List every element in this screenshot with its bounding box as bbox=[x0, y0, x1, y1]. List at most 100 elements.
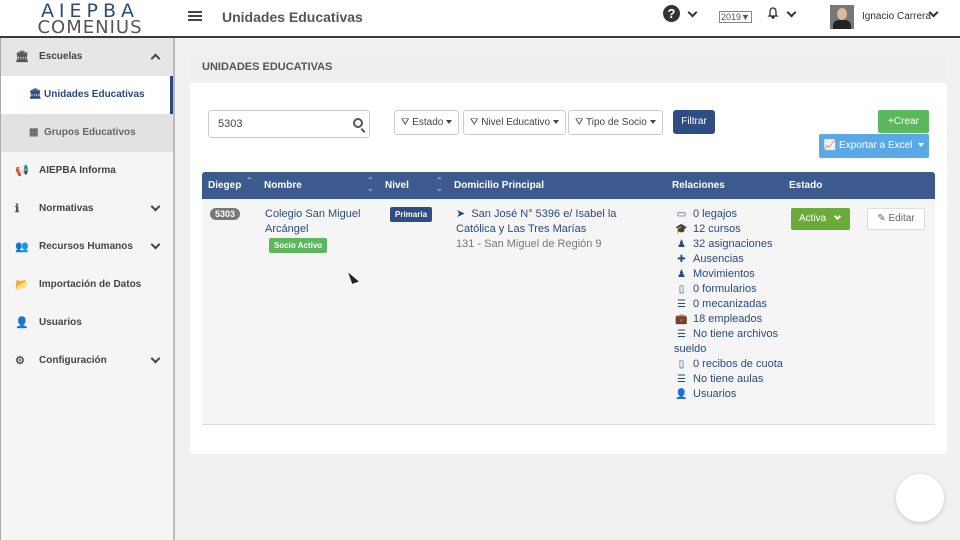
relation-link[interactable]: ☰ No tiene aulas bbox=[674, 372, 784, 387]
column-header-estado: Estado bbox=[789, 180, 823, 191]
relation-link[interactable]: ☰ No tiene archivos sueldo bbox=[674, 327, 784, 357]
pencil-icon: ✎ bbox=[877, 213, 886, 224]
sidebar-item-aiepba-informa[interactable]: 📢 AIEPBA Informa bbox=[1, 152, 173, 190]
chevron-down-icon bbox=[150, 353, 161, 364]
list-icon: ☰ bbox=[677, 329, 686, 340]
search-icon[interactable] bbox=[353, 118, 363, 128]
column-header-relaciones: Relaciones bbox=[672, 180, 725, 191]
caret-down-icon bbox=[649, 120, 656, 125]
relation-link[interactable]: 💼 18 empleados bbox=[674, 312, 784, 327]
school-name-link[interactable]: Colegio San Miguel Arcángel bbox=[265, 207, 377, 237]
caret-down-icon bbox=[918, 143, 925, 148]
cogs-icon: ⚙ bbox=[15, 355, 25, 367]
diegep-badge: 5303 bbox=[210, 208, 241, 220]
sidebar-item-grupos-educativos[interactable]: ▦ Grupos Educativos bbox=[1, 114, 173, 152]
person-icon: ♟ bbox=[677, 269, 686, 280]
sidebar-item-label: Configuración bbox=[39, 355, 107, 366]
year-value: 2019 bbox=[721, 12, 742, 22]
chevron-down-icon bbox=[833, 212, 842, 221]
nivel-badge: Primaria bbox=[390, 207, 433, 222]
relation-link[interactable]: 👤 Usuarios bbox=[674, 387, 784, 402]
relation-label: 18 empleados bbox=[693, 313, 763, 325]
list-icon: ☰ bbox=[677, 299, 686, 310]
sidebar-item-recursos-humanos[interactable]: 👥 Recursos Humanos bbox=[1, 228, 173, 266]
relation-link[interactable]: 🎓 12 cursos bbox=[674, 222, 784, 237]
caret-down-icon bbox=[553, 120, 560, 125]
relation-label: Ausencias bbox=[693, 253, 744, 265]
sidebar-item-label: Grupos Educativos bbox=[44, 127, 136, 138]
sort-icon[interactable]: ⌃ bbox=[246, 177, 253, 185]
sidebar-item-configuracion[interactable]: ⚙ Configuración bbox=[1, 342, 173, 380]
menu-toggle-icon[interactable] bbox=[188, 9, 202, 23]
year-select[interactable]: 2019▼ bbox=[719, 11, 752, 23]
user-icon: 👤 bbox=[15, 317, 29, 329]
sidebar-item-normativas[interactable]: ℹ Normativas bbox=[1, 190, 173, 228]
sidebar-item-unidades-educativas[interactable]: 🏛 Unidades Educativas bbox=[1, 76, 173, 114]
bell-icon[interactable] bbox=[767, 7, 779, 19]
sort-icon[interactable]: ⌃ ⌄ bbox=[367, 177, 374, 193]
relation-label: No tiene aulas bbox=[693, 373, 764, 385]
sidebar-item-label: Importación de Datos bbox=[39, 279, 142, 290]
schools-table: Diegep ⌃ Nombre ⌃ ⌄ Nivel ⌃ ⌄ Domicilio Pr… bbox=[202, 172, 935, 425]
estado-dropdown-button[interactable]: Activa bbox=[791, 208, 850, 230]
help-chevron-down-icon[interactable] bbox=[687, 7, 698, 18]
relation-link[interactable]: ♟ Movimientos bbox=[674, 267, 784, 282]
relation-link[interactable]: ♟ 32 asignaciones bbox=[674, 237, 784, 252]
relation-link[interactable]: ▯ 0 formularios bbox=[674, 282, 784, 297]
id-card-icon: ▭ bbox=[676, 209, 687, 220]
address-text: San José N° 5396 e/ Isabel la Católica y… bbox=[456, 208, 617, 235]
user-icon: 👤 bbox=[675, 389, 688, 400]
user-name[interactable]: Ignacio Carrera bbox=[862, 11, 931, 22]
relation-link[interactable]: ▭ 0 legajos bbox=[674, 207, 784, 222]
sidebar-item-label: Normativas bbox=[39, 203, 94, 214]
chart-icon: 📈 bbox=[823, 140, 837, 151]
relation-label: 0 legajos bbox=[693, 208, 738, 220]
top-bar: AIEPBA COMENIUS Unidades Educativas ? 20… bbox=[0, 0, 960, 38]
table-row: 5303 Colegio San Miguel Arcángel Socio A… bbox=[202, 199, 935, 425]
sidebar-item-label: Escuelas bbox=[39, 51, 83, 62]
sidebar-item-label: Unidades Educativas bbox=[44, 89, 145, 100]
chevron-down-icon bbox=[150, 201, 161, 212]
relation-link[interactable]: ☰ 0 mecanizadas bbox=[674, 297, 784, 312]
sidebar: 🏛 Escuelas 🏛 Unidades Educativas ▦ Grupo… bbox=[0, 38, 175, 540]
export-excel-button[interactable]: 📈 Exportar a Excel bbox=[819, 134, 929, 158]
address-link[interactable]: ➤ San José N° 5396 e/ Isabel la Católica… bbox=[456, 207, 646, 237]
institution-icon: 🏛 bbox=[29, 89, 42, 100]
info-icon: ℹ bbox=[15, 203, 20, 215]
edit-label: Editar bbox=[888, 213, 915, 224]
column-header-nivel[interactable]: Nivel bbox=[385, 172, 409, 199]
brand-line-2: COMENIUS bbox=[37, 17, 143, 38]
edit-button[interactable]: ✎ Editar bbox=[867, 208, 925, 230]
users-icon: 👥 bbox=[15, 241, 29, 253]
file-icon: ▯ bbox=[678, 284, 685, 295]
folder-icon: 📂 bbox=[15, 279, 29, 291]
floating-action-button[interactable] bbox=[896, 474, 944, 522]
filter-button[interactable]: Filtrar bbox=[673, 110, 715, 134]
sidebar-item-importacion-datos[interactable]: 📂 Importación de Datos bbox=[1, 266, 173, 304]
sidebar-item-usuarios[interactable]: 👤 Usuarios bbox=[1, 304, 173, 342]
relation-link[interactable]: ✚ Ausencias bbox=[674, 252, 784, 267]
table-header: Diegep ⌃ Nombre ⌃ ⌄ Nivel ⌃ ⌄ Domicilio Pr… bbox=[202, 172, 935, 199]
filter-icon: ⛛ bbox=[401, 117, 410, 128]
help-icon[interactable]: ? bbox=[663, 5, 680, 22]
person-icon: ♟ bbox=[677, 239, 686, 250]
avatar[interactable] bbox=[830, 5, 854, 29]
brand-logo[interactable]: AIEPBA COMENIUS bbox=[24, 2, 156, 38]
filter-estado-dropdown[interactable]: ⛛ Estado bbox=[394, 110, 460, 135]
notifications-chevron-down-icon[interactable] bbox=[786, 7, 797, 18]
filter-tipo-socio-dropdown[interactable]: ⛛ Tipo de Socio bbox=[568, 110, 663, 135]
plus-icon: ✚ bbox=[677, 254, 686, 265]
relation-label: Movimientos bbox=[693, 268, 755, 280]
relation-link[interactable]: ▯ 0 recibos de cuota bbox=[674, 357, 784, 372]
search-input[interactable]: 5303 bbox=[208, 110, 370, 138]
socio-status-badge: Socio Activo bbox=[269, 238, 328, 253]
column-header-nombre[interactable]: Nombre bbox=[264, 172, 302, 199]
create-button[interactable]: +Crear bbox=[878, 110, 929, 133]
relation-label: 12 cursos bbox=[693, 223, 741, 235]
column-header-diegep[interactable]: Diegep bbox=[208, 172, 241, 199]
page-title: Unidades Educativas bbox=[222, 9, 363, 25]
sidebar-item-escuelas[interactable]: 🏛 Escuelas bbox=[1, 38, 173, 76]
column-header-domicilio[interactable]: Domicilio Principal bbox=[454, 172, 544, 199]
filter-nivel-dropdown[interactable]: ⛛ Nivel Educativo bbox=[463, 110, 567, 135]
sort-icon[interactable]: ⌃ ⌄ bbox=[436, 177, 443, 193]
